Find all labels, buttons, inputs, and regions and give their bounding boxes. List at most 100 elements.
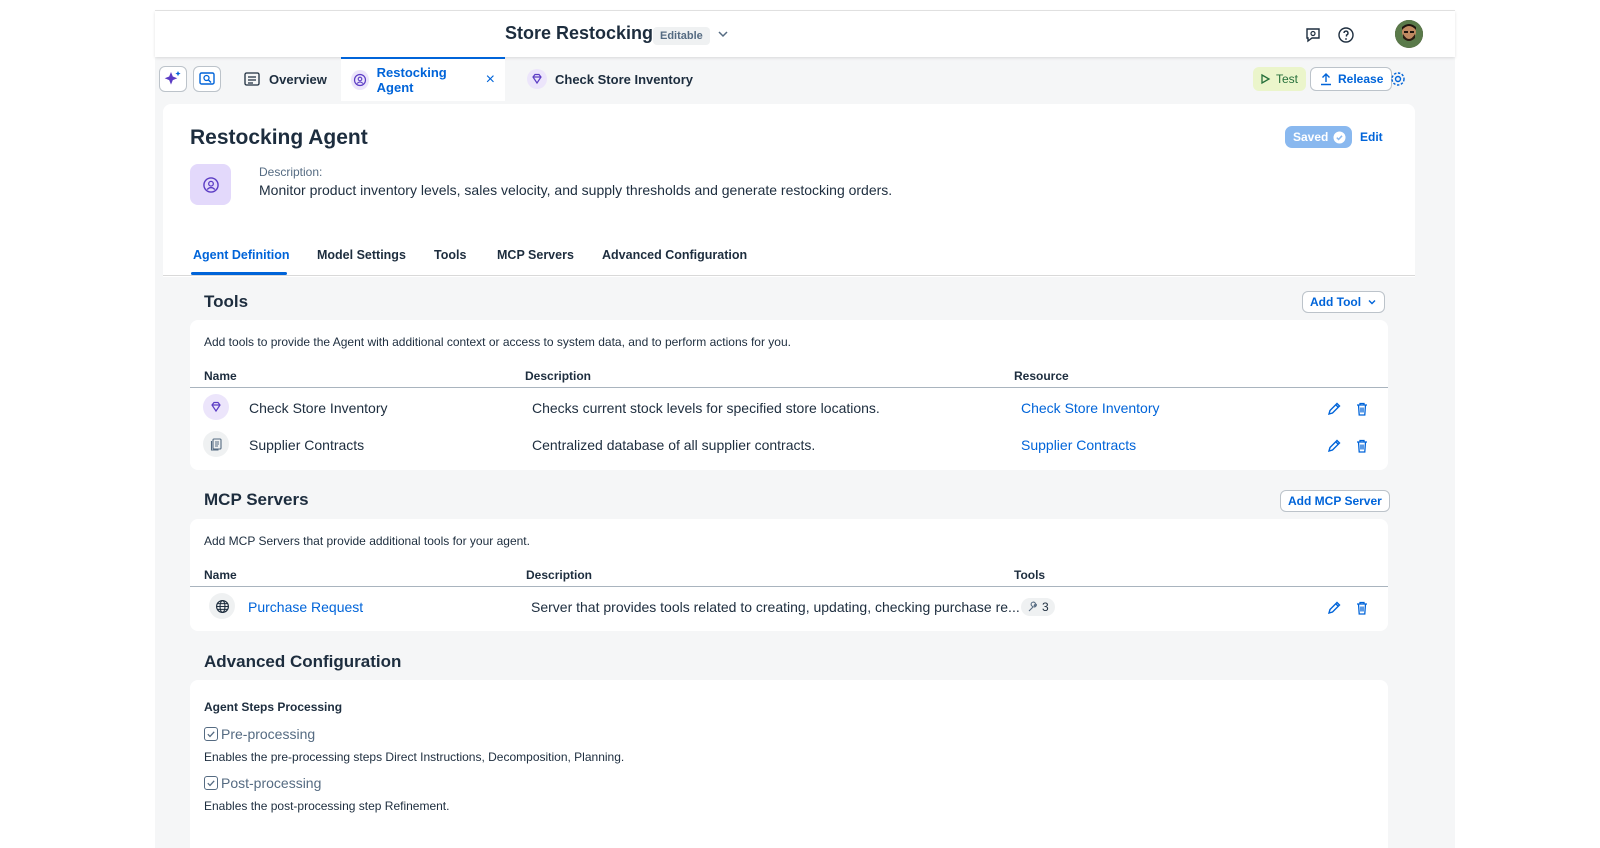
add-tool-label: Add Tool <box>1310 295 1362 309</box>
tool-name: Check Store Inventory <box>249 400 388 416</box>
check-circle-icon <box>1333 131 1346 143</box>
mcp-server-description: Server that provides tools related to cr… <box>531 599 1020 615</box>
delete-icon[interactable] <box>1354 401 1370 417</box>
release-button[interactable]: Release <box>1310 67 1393 91</box>
post-processing-checkbox[interactable] <box>204 776 218 790</box>
description-text: Monitor product inventory levels, sales … <box>259 182 893 198</box>
col-name: Name <box>204 568 237 582</box>
tab-agent-definition[interactable]: Agent Definition <box>193 248 290 262</box>
tab-tools[interactable]: Tools <box>434 248 466 262</box>
content-area: Tools Add Tool Add tools to provide the … <box>163 277 1415 848</box>
tools-intro: Add tools to provide the Agent with addi… <box>204 335 791 349</box>
editable-badge: Editable <box>653 27 710 45</box>
add-tool-button[interactable]: Add Tool <box>1302 291 1386 313</box>
chevron-down-icon[interactable] <box>715 25 731 43</box>
tool-resource-link[interactable]: Supplier Contracts <box>1021 437 1136 453</box>
search-view-button[interactable] <box>193 66 221 92</box>
help-icon[interactable] <box>1335 24 1357 46</box>
col-description: Description <box>525 369 592 383</box>
wrench-icon <box>1028 601 1038 612</box>
upload-icon <box>1321 73 1331 86</box>
agent-icon <box>202 176 219 193</box>
post-processing-help: Enables the post-processing step Refinem… <box>204 799 450 813</box>
tool-name: Supplier Contracts <box>249 437 365 453</box>
delete-icon[interactable] <box>1354 438 1370 454</box>
tab-overview-label: Overview <box>269 71 327 87</box>
tool-description: Centralized database of all supplier con… <box>532 437 816 453</box>
sparkle-icon <box>164 71 181 85</box>
app-window: Store Restocking Editable Overview Resto… <box>155 10 1455 848</box>
saved-label: Saved <box>1293 130 1329 144</box>
tab-advanced-configuration[interactable]: Advanced Configuration <box>602 248 747 262</box>
tools-card: Add tools to provide the Agent with addi… <box>190 320 1388 470</box>
col-name: Name <box>204 369 237 383</box>
saved-status-badge: Saved <box>1285 126 1353 148</box>
search-screen-icon <box>199 72 215 85</box>
close-icon[interactable]: × <box>486 71 495 89</box>
agent-avatar <box>190 164 231 205</box>
feedback-icon[interactable] <box>1302 24 1324 46</box>
advanced-heading: Advanced Configuration <box>204 652 402 671</box>
tool-count-badge: 3 <box>1021 598 1055 616</box>
checkmark-icon <box>207 731 215 738</box>
ai-assistant-button[interactable] <box>159 66 187 92</box>
agent-steps-heading: Agent Steps Processing <box>204 700 343 714</box>
col-tools: Tools <box>1014 568 1046 582</box>
post-processing-label: Post-processing <box>221 775 322 791</box>
tab-mcp-servers[interactable]: MCP Servers <box>497 248 574 262</box>
tab-model-settings[interactable]: Model Settings <box>317 248 406 262</box>
edit-icon[interactable] <box>1326 438 1342 454</box>
release-label: Release <box>1338 72 1384 86</box>
delete-icon[interactable] <box>1354 600 1370 616</box>
tool-resource-link[interactable]: Check Store Inventory <box>1021 400 1160 416</box>
header-divider <box>190 586 1388 587</box>
col-description: Description <box>526 568 593 582</box>
pre-processing-help: Enables the pre-processing steps Direct … <box>204 750 625 764</box>
description-label: Description: <box>259 165 323 179</box>
user-avatar[interactable] <box>1395 20 1423 48</box>
app-title: Store Restocking <box>505 23 654 43</box>
pre-processing-checkbox[interactable] <box>204 727 218 741</box>
tool-description: Checks current stock levels for specifie… <box>532 400 880 416</box>
active-tab-indicator <box>191 272 287 275</box>
tool-count: 3 <box>1042 600 1049 614</box>
gear-icon[interactable] <box>1389 70 1407 88</box>
col-resource: Resource <box>1014 369 1069 383</box>
tab-check-store-inventory-label: Check Store Inventory <box>555 71 693 87</box>
mcp-intro: Add MCP Servers that provide additional … <box>204 534 530 548</box>
pre-processing-label: Pre-processing <box>221 726 316 742</box>
tab-restocking-agent-label: Restocking Agent <box>376 65 447 95</box>
page-title: Restocking Agent <box>190 126 368 149</box>
tab-restocking-agent[interactable]: Restocking Agent × <box>341 57 505 101</box>
document-stack-icon <box>203 431 229 457</box>
pre-processing-option[interactable]: Pre-processing <box>204 726 315 742</box>
edit-button[interactable]: Edit <box>1360 130 1383 144</box>
mcp-server-name-link[interactable]: Purchase Request <box>248 599 363 615</box>
shell-header: Store Restocking Editable <box>155 11 1455 57</box>
tab-check-store-inventory[interactable]: Check Store Inventory <box>517 57 703 101</box>
test-label: Test <box>1276 72 1299 86</box>
post-processing-option[interactable]: Post-processing <box>204 775 321 791</box>
checkmark-icon <box>207 780 215 787</box>
overview-icon <box>244 72 260 86</box>
mcp-heading: MCP Servers <box>204 490 309 509</box>
advanced-card: Agent Steps Processing Pre-processing En… <box>190 680 1388 848</box>
diamond-icon <box>203 394 229 420</box>
tools-heading: Tools <box>204 292 249 311</box>
add-mcp-server-button[interactable]: Add MCP Server <box>1280 490 1390 512</box>
mcp-card: Add MCP Servers that provide additional … <box>190 519 1388 631</box>
tab-strip: Overview Restocking Agent × Check Store … <box>155 57 1455 101</box>
object-page: Restocking Agent Saved Edit Description:… <box>163 104 1415 848</box>
tab-overview[interactable]: Overview <box>233 57 337 101</box>
agent-icon <box>351 70 369 90</box>
test-button[interactable]: Test <box>1253 67 1307 91</box>
play-icon <box>1261 73 1271 85</box>
header-divider <box>190 387 1388 388</box>
globe-icon <box>209 593 235 619</box>
edit-icon[interactable] <box>1326 600 1342 616</box>
chevron-down-icon <box>1368 300 1376 305</box>
section-tabs: Agent Definition Model Settings Tools MC… <box>163 234 1415 276</box>
diamond-icon <box>527 69 547 89</box>
edit-icon[interactable] <box>1326 401 1342 417</box>
add-mcp-server-label: Add MCP Server <box>1288 494 1382 508</box>
